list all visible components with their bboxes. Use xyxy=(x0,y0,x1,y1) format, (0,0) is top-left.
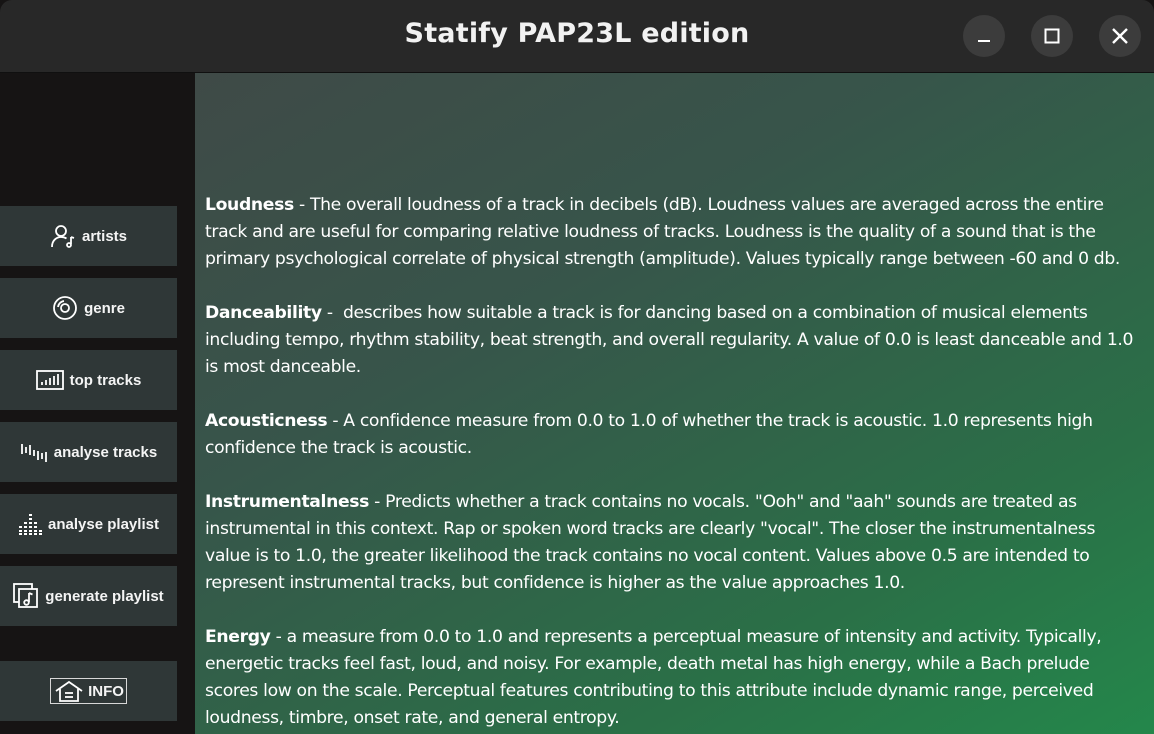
term: Energy xyxy=(205,627,271,647)
term: Instrumentalness xyxy=(205,492,370,512)
home-icon xyxy=(54,680,84,702)
sidebar-item-label: artists xyxy=(81,227,128,245)
feature-descriptions: Loudness - The overall loudness of a tra… xyxy=(205,192,1145,734)
sidebar-item-label: analyse tracks xyxy=(53,443,158,461)
sidebar-item-analyse-tracks[interactable]: analyse tracks xyxy=(0,422,177,482)
waveform-icon xyxy=(20,441,48,463)
sidebar-item-genre[interactable]: genre xyxy=(0,278,177,338)
sidebar-item-label: top tracks xyxy=(69,371,142,389)
music-file-icon xyxy=(13,583,39,609)
info-button[interactable]: INFO xyxy=(0,661,177,721)
sidebar-item-label: generate playlist xyxy=(45,587,164,605)
maximize-button[interactable] xyxy=(1031,15,1073,57)
disc-icon xyxy=(52,295,78,321)
term: Acousticness xyxy=(205,411,328,431)
sidebar-item-generate-playlist[interactable]: generate playlist xyxy=(0,566,177,626)
definition: - A confidence measure from 0.0 to 1.0 o… xyxy=(205,411,1093,458)
loudness-description: Loudness - The overall loudness of a tra… xyxy=(205,192,1145,273)
minimize-icon xyxy=(978,40,990,42)
definition: - The overall loudness of a track in dec… xyxy=(205,195,1121,269)
sidebar: artists genre top tracks analyse tracks … xyxy=(0,73,195,734)
equalizer-icon xyxy=(18,512,43,536)
title-bar: Statify PAP23L edition xyxy=(0,0,1154,73)
minimize-button[interactable] xyxy=(963,15,1005,57)
instrumentalness-description: Instrumentalness - Predicts whether a tr… xyxy=(205,489,1145,597)
acousticness-description: Acousticness - A confidence measure from… xyxy=(205,408,1145,462)
info-button-frame: INFO xyxy=(50,678,127,704)
definition: - describes how suitable a track is for … xyxy=(205,303,1139,377)
close-button[interactable] xyxy=(1099,15,1141,57)
term: Danceability xyxy=(205,303,322,323)
sidebar-item-label: genre xyxy=(84,299,125,317)
definition: - a measure from 0.0 to 1.0 and represen… xyxy=(205,627,1102,728)
danceability-description: Danceability - describes how suitable a … xyxy=(205,300,1145,381)
sidebar-item-label: analyse playlist xyxy=(48,515,159,533)
maximize-icon xyxy=(1044,28,1060,44)
bar-chart-icon xyxy=(35,369,64,391)
sidebar-item-top-tracks[interactable]: top tracks xyxy=(0,350,177,410)
close-icon xyxy=(1112,28,1128,44)
info-content-panel: Loudness - The overall loudness of a tra… xyxy=(195,73,1154,734)
user-music-icon xyxy=(50,223,76,249)
sidebar-item-artists[interactable]: artists xyxy=(0,206,177,266)
term: Loudness xyxy=(205,195,294,215)
energy-description: Energy - a measure from 0.0 to 1.0 and r… xyxy=(205,624,1145,732)
sidebar-item-analyse-playlist[interactable]: analyse playlist xyxy=(0,494,177,554)
info-label: INFO xyxy=(88,682,124,700)
